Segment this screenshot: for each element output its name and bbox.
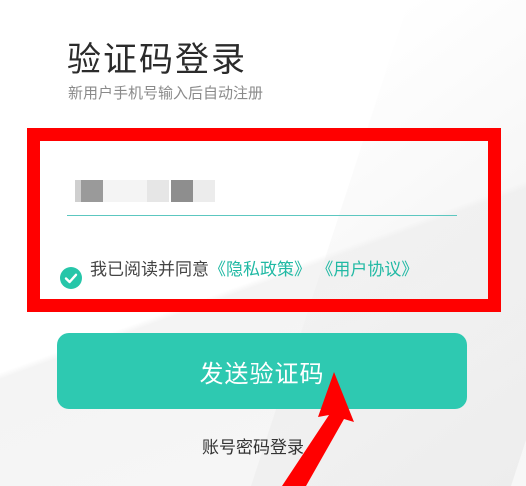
- annotation-highlight-box: [27, 128, 501, 312]
- page-title: 验证码登录: [67, 40, 247, 80]
- send-code-button[interactable]: 发送验证码: [57, 333, 467, 409]
- login-page: 验证码登录 新用户手机号输入后自动注册 我已阅读并同意《隐私政策》 《用户协议》…: [0, 0, 526, 486]
- password-login-link[interactable]: 账号密码登录: [202, 433, 304, 458]
- page-subtitle: 新用户手机号输入后自动注册: [68, 84, 264, 102]
